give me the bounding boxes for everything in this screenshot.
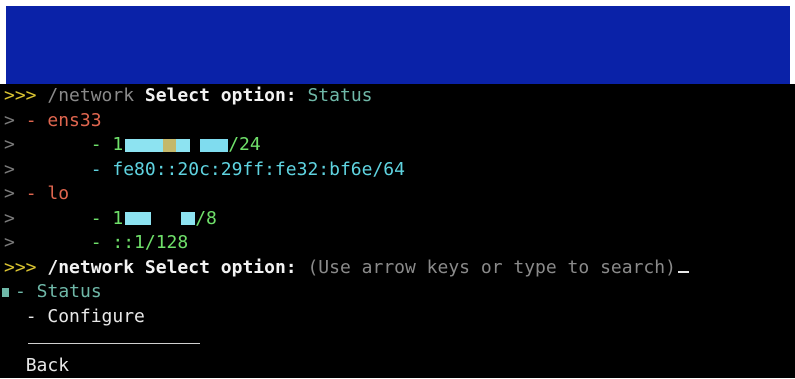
command: /network [47, 85, 135, 106]
back-option[interactable]: Back [0, 354, 69, 379]
question: Select option: [144, 85, 297, 106]
ens33-ipv4-prefix: - 1 [90, 134, 124, 155]
prompt-line-1: >>> /network Select option: Status [0, 84, 795, 109]
text-cursor [677, 270, 689, 273]
redacted-block [200, 138, 229, 152]
prompt-symbol: >>> [4, 256, 37, 278]
ens33-ipv6: > - fe80::20c:29ff:fe32:bf6e/64 [4, 158, 405, 180]
ens33-ipv4: > - 1/24 [4, 134, 261, 155]
back-label: Back [25, 355, 70, 376]
header-banner [6, 6, 790, 84]
option-configure[interactable]: - Configure [0, 305, 795, 330]
option-status[interactable]: - Status [0, 280, 795, 305]
ens33-ipv6-value: - fe80::20c:29ff:fe32:bf6e/64 [90, 158, 405, 180]
option-status-label: - Status [15, 281, 102, 302]
prompt-line-2: >>> /network Select option: (Use arrow k… [0, 256, 795, 281]
lo-label: - lo [25, 183, 70, 204]
lo-ipv4-suffix: /8 [195, 207, 217, 229]
option-configure-label: - Configure [25, 305, 145, 327]
terminal[interactable]: >>> /network Select option: Status > - e… [0, 84, 795, 378]
divider [28, 343, 200, 344]
lo-ipv6: > - ::1/128 [4, 232, 189, 253]
redacted-block [163, 138, 177, 152]
redacted-block [125, 138, 164, 152]
redacted-block [125, 212, 152, 225]
lo-ipv4: > - 1/8 [4, 207, 217, 229]
question: Select option: [144, 256, 297, 278]
redacted-block [181, 212, 196, 225]
lo-ipv4-prefix: - 1 [90, 207, 124, 229]
answer: Status [307, 85, 373, 106]
redacted-block [176, 138, 191, 152]
prompt-symbol: >>> [4, 85, 37, 106]
lo-ipv6-value: - ::1/128 [90, 232, 189, 253]
command: /network [47, 256, 135, 278]
search-hint: (Use arrow keys or type to search) [307, 256, 676, 278]
interface-ens33: > - ens33 [4, 109, 102, 131]
interface-lo: > - lo [4, 183, 70, 204]
selection-marker [2, 287, 9, 297]
ens33-label: - ens33 [25, 109, 102, 131]
ens33-ipv4-suffix: /24 [228, 134, 261, 155]
